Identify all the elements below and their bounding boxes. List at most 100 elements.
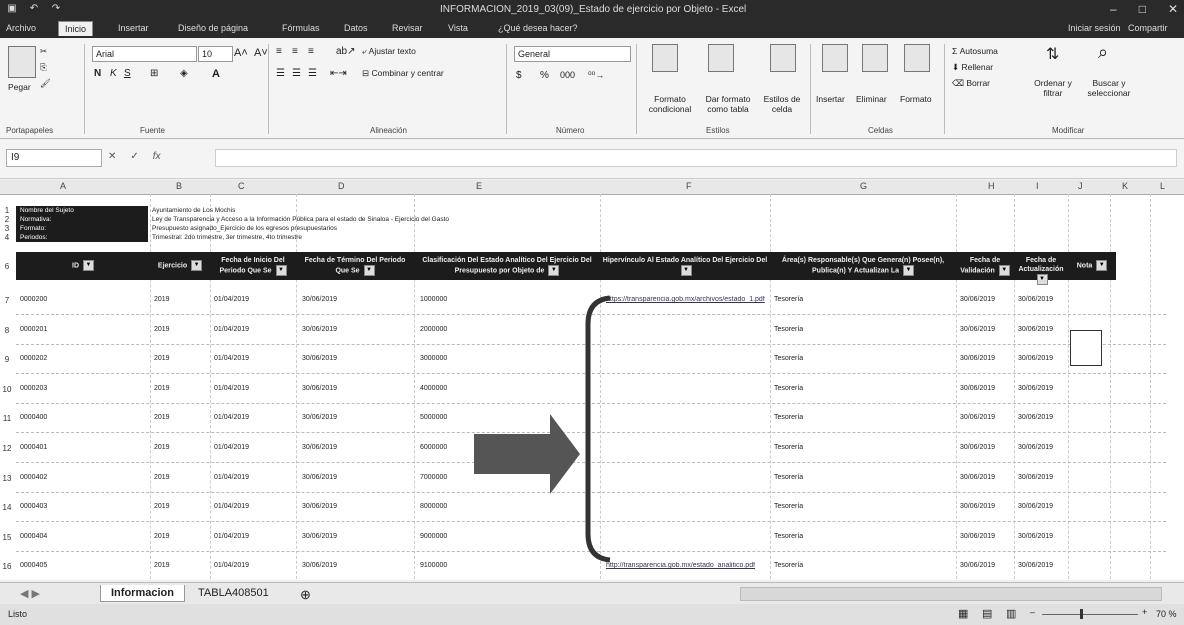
thousands-button[interactable]: 000 [560,70,575,80]
column-header[interactable]: D [338,181,345,191]
align-center-icon[interactable]: ☰ [292,68,301,79]
add-sheet-icon[interactable]: ⊕ [290,585,321,605]
row-header[interactable]: 16 [0,562,14,571]
tab-inicio[interactable]: Inicio [58,21,94,36]
filter-dropdown-icon[interactable]: ▼ [680,265,692,276]
conditional-format-button[interactable]: Formato condicional [640,94,700,114]
insert-cells-icon[interactable] [822,44,848,72]
maximize-button[interactable]: □ [1139,2,1146,16]
align-left-icon[interactable]: ☰ [276,68,285,79]
number-format-select[interactable]: General [514,46,631,62]
zoom-slider[interactable] [1042,614,1138,615]
find-select-button[interactable]: Buscar y seleccionar [1082,78,1136,98]
autosum-button[interactable]: Σ Autosuma [952,46,998,56]
row-header[interactable]: 9 [0,355,14,364]
copy-icon[interactable]: ⎘ [40,62,47,73]
page-layout-icon[interactable]: ▤ [982,607,992,620]
tab-revisar[interactable]: Revisar [392,23,423,33]
close-button[interactable]: ✕ [1168,2,1178,16]
shrink-font-icon[interactable]: A˅ [254,47,268,59]
currency-button[interactable]: $ [516,70,522,81]
column-header[interactable]: G [860,181,867,191]
sheet-nav-icon[interactable]: ◀ ▶ [10,585,50,602]
selected-cell-box[interactable] [1070,330,1102,366]
column-header[interactable]: A [60,181,66,191]
column-header[interactable]: K [1122,181,1128,191]
column-header[interactable]: L [1160,181,1165,191]
delete-cells-icon[interactable] [862,44,888,72]
sort-filter-icon[interactable]: ⇅ [1046,44,1059,64]
fill-color-icon[interactable]: ◈ [180,68,188,79]
filter-dropdown-icon[interactable]: ▼ [902,265,914,276]
decimal-icon[interactable]: ⁰⁰→ [588,70,604,81]
row-header[interactable]: 11 [0,414,14,423]
row-header[interactable]: 2 [0,215,14,224]
row-header[interactable]: 6 [0,262,14,271]
align-top-icon[interactable]: ≡ [276,46,282,57]
sort-filter-button[interactable]: Ordenar y filtrar [1030,78,1076,98]
delete-button[interactable]: Eliminar [856,94,887,104]
enter-formula-icon[interactable]: ✓ [130,151,138,162]
font-color-icon[interactable]: A [212,68,220,80]
font-name-select[interactable]: Arial [92,46,197,62]
orientation-icon[interactable]: ab↗ [336,46,356,57]
filter-dropdown-icon[interactable]: ▼ [363,265,375,276]
row-header[interactable]: 8 [0,326,14,335]
row-header[interactable]: 4 [0,233,14,242]
cell-styles-button[interactable]: Estilos de celda [760,94,804,114]
italic-button[interactable]: K [110,68,117,79]
name-box[interactable]: I9 [6,149,102,167]
zoom-slider-thumb[interactable] [1080,609,1083,619]
insert-button[interactable]: Insertar [816,94,845,104]
search-icon[interactable]: ⌕ [1098,42,1108,63]
tab-diseno-pagina[interactable]: Diseño de página [178,23,248,33]
filter-dropdown-icon[interactable]: ▼ [998,265,1010,276]
column-header[interactable]: E [476,181,482,191]
filter-dropdown-icon[interactable]: ▼ [548,265,560,276]
sheet-tab-informacion[interactable]: Informacion [100,585,185,602]
conditional-format-icon[interactable] [652,44,678,72]
table-format-icon[interactable] [708,44,734,72]
row-header[interactable]: 3 [0,224,14,233]
column-header[interactable]: C [238,181,245,191]
bold-button[interactable]: N [94,68,101,79]
zoom-level[interactable]: 70 % [1156,609,1177,619]
save-icon[interactable]: ▣ [6,3,18,15]
column-header[interactable]: J [1078,181,1083,191]
paste-button[interactable]: Pegar [8,82,31,92]
merge-center-button[interactable]: ⊟ Combinar y centrar [362,68,444,79]
tab-vista[interactable]: Vista [448,23,468,33]
filter-dropdown-icon[interactable]: ▼ [1036,274,1048,285]
align-middle-icon[interactable]: ≡ [292,46,298,57]
page-break-icon[interactable]: ▥ [1006,607,1016,620]
sheet-tab-tabla[interactable]: TABLA408501 [188,585,279,601]
formula-input[interactable] [215,149,1177,167]
tell-me-search[interactable]: ¿Qué desea hacer? [498,23,578,33]
cancel-formula-icon[interactable]: ✕ [108,151,116,162]
filter-dropdown-icon[interactable]: ▼ [1096,260,1108,271]
column-header[interactable]: I [1036,181,1039,191]
column-header[interactable]: F [686,181,692,191]
tab-insertar[interactable]: Insertar [118,23,149,33]
row-header[interactable]: 15 [0,533,14,542]
grow-font-icon[interactable]: A˄ [234,47,248,59]
format-cells-icon[interactable] [904,44,930,72]
cell-styles-icon[interactable] [770,44,796,72]
underline-button[interactable]: S [124,68,131,79]
row-header[interactable]: 13 [0,474,14,483]
clear-button[interactable]: ⌫ Borrar [952,78,990,89]
percent-button[interactable]: % [540,70,549,81]
zoom-out-icon[interactable]: – [1030,607,1035,617]
row-header[interactable]: 12 [0,444,14,453]
zoom-in-icon[interactable]: + [1142,607,1147,617]
tab-archivo[interactable]: Archivo [6,23,36,33]
column-header[interactable]: B [176,181,182,191]
format-painter-icon[interactable]: 🖌 [40,78,51,89]
filter-dropdown-icon[interactable]: ▼ [275,265,287,276]
row-header[interactable]: 14 [0,503,14,512]
worksheet[interactable]: A B C D E F G H I J K L 1 2 3 4 Nombre d… [0,180,1184,580]
fill-button[interactable]: ⬇ Rellenar [952,62,993,73]
row-header[interactable]: 7 [0,296,14,305]
paste-icon[interactable] [8,46,36,78]
borders-icon[interactable]: ⊞ [150,68,158,79]
